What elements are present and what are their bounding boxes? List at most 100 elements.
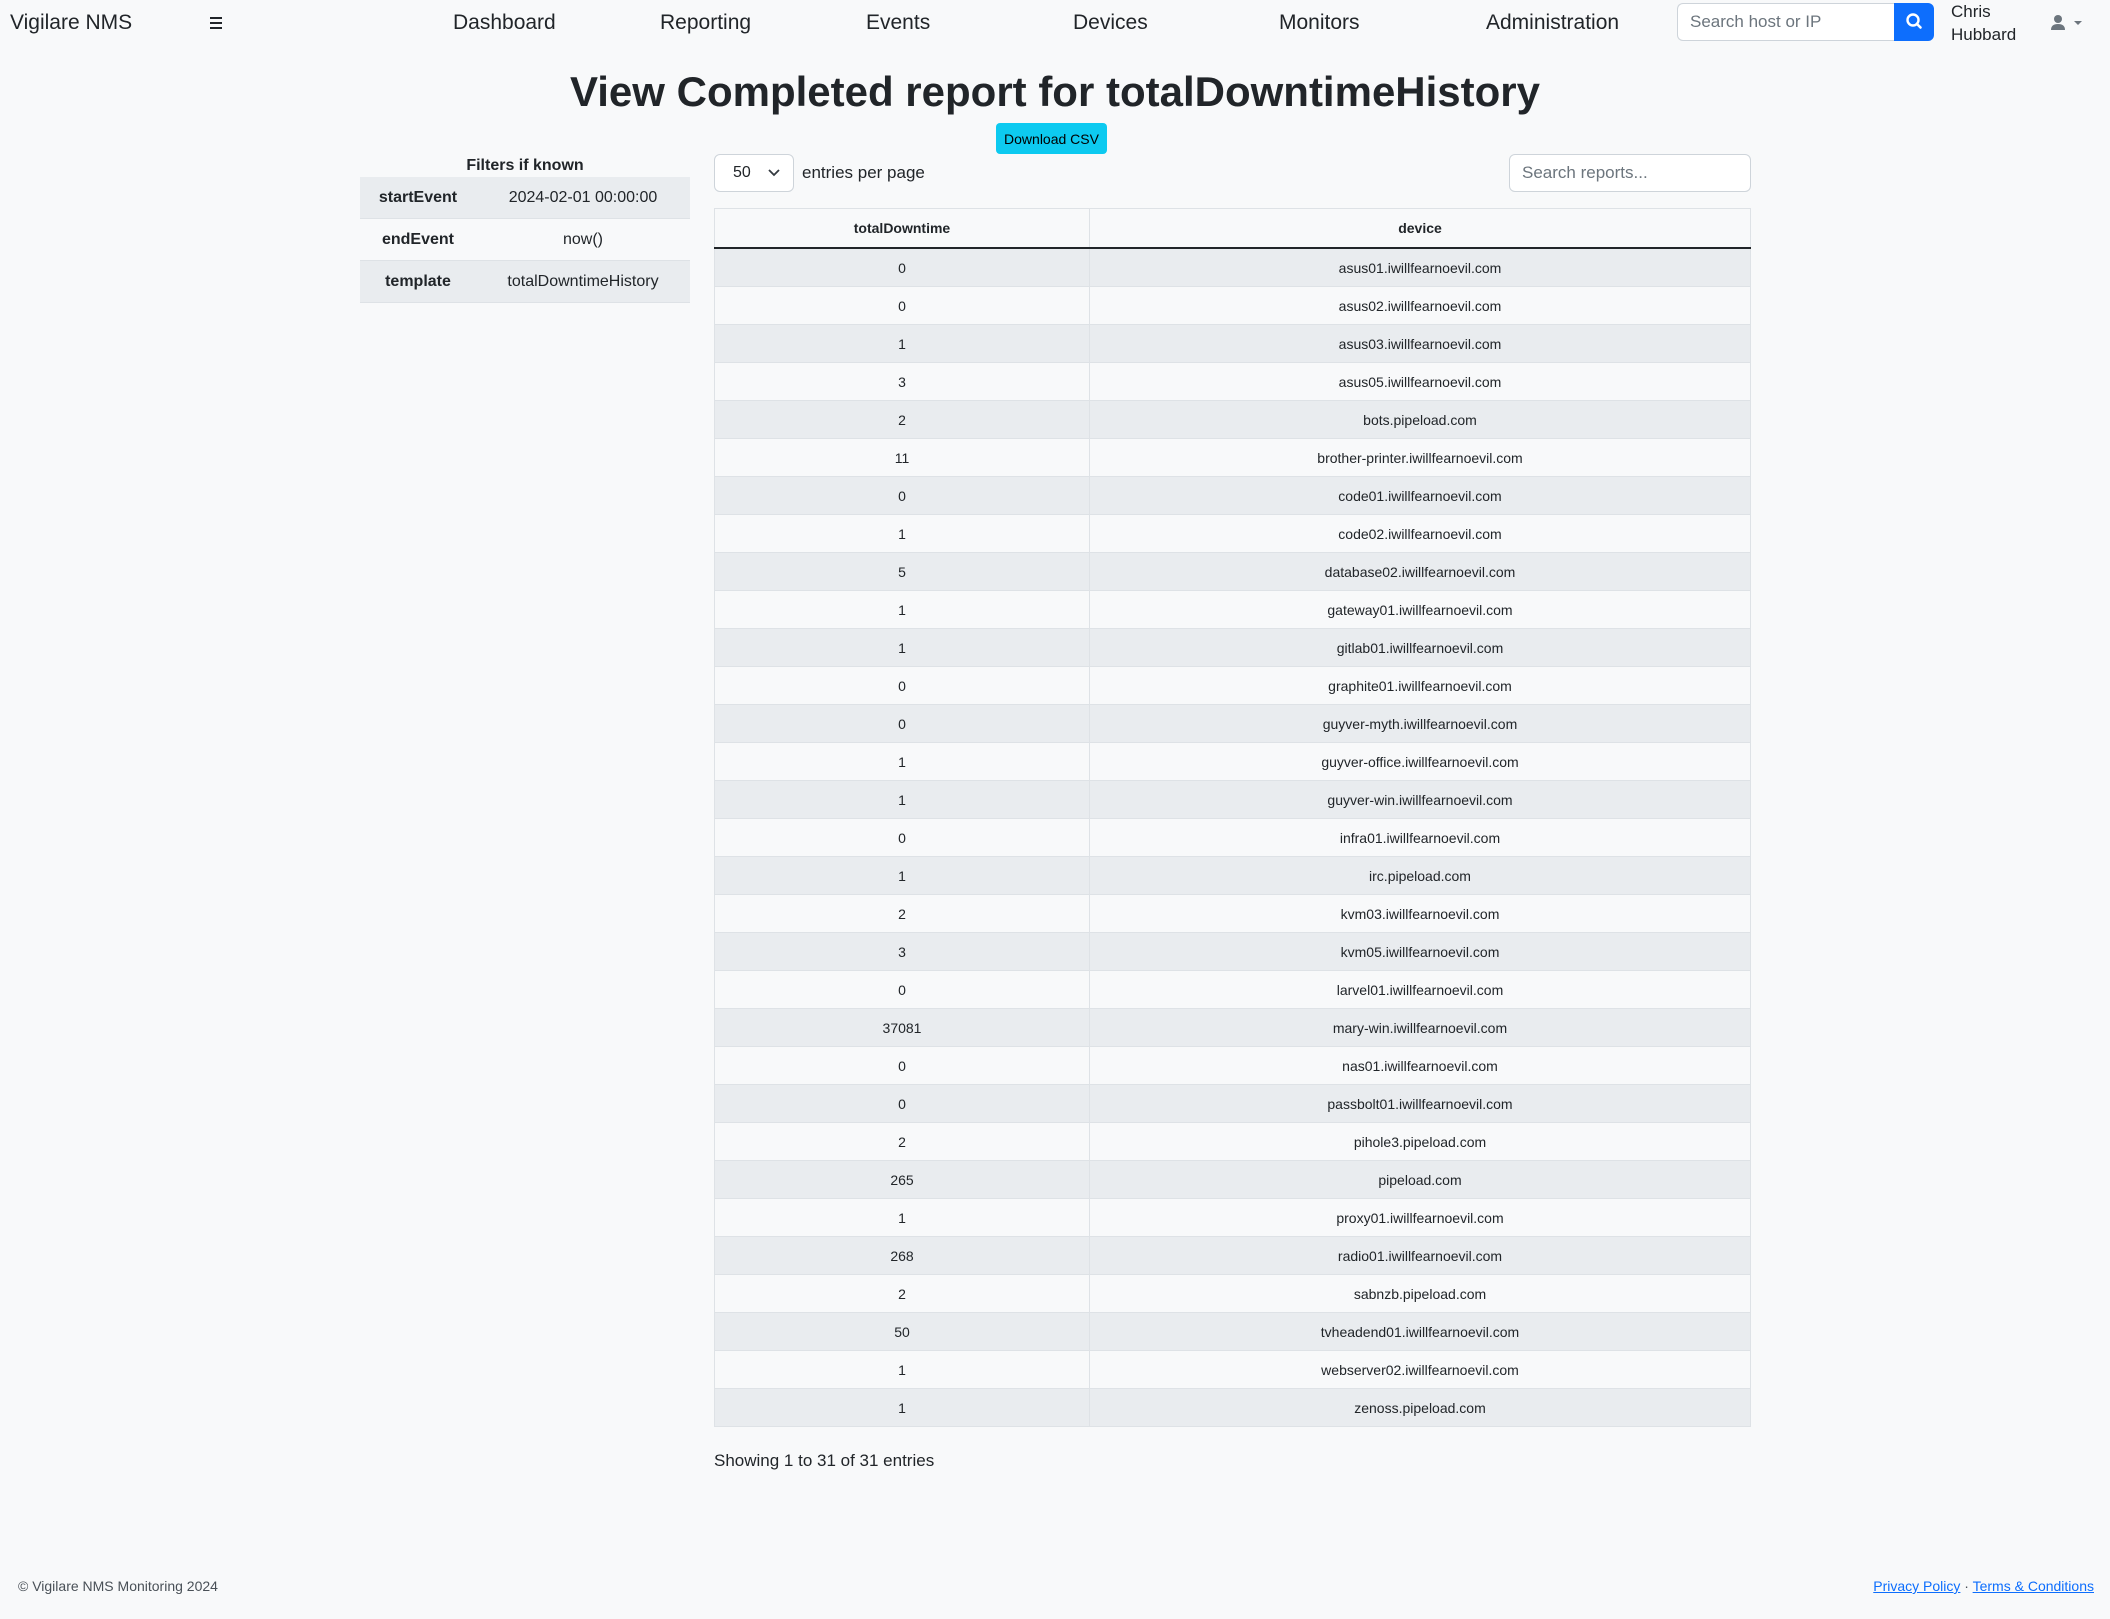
cell-total-downtime: 3 [714,362,1090,401]
user-icon [2051,15,2065,30]
cell-device: mary-win.iwillfearnoevil.com [1089,1008,1751,1047]
cell-device: asus01.iwillfearnoevil.com [1089,248,1751,287]
privacy-policy-link[interactable]: Privacy Policy [1873,1578,1960,1594]
cell-total-downtime: 50 [714,1312,1090,1351]
nav-events[interactable]: Events [866,11,930,35]
cell-total-downtime: 0 [714,248,1090,287]
user-name: Chris Hubbard [1951,0,2031,46]
cell-device: nas01.iwillfearnoevil.com [1089,1046,1751,1085]
table-row: 1 code02.iwillfearnoevil.com [714,514,1751,553]
cell-device: kvm05.iwillfearnoevil.com [1089,932,1751,971]
table-info: Showing 1 to 31 of 31 entries [714,1451,935,1470]
cell-device: guyver-win.iwillfearnoevil.com [1089,780,1751,819]
column-header-total-downtime[interactable]: totalDowntime [714,208,1090,249]
cell-device: asus05.iwillfearnoevil.com [1089,362,1751,401]
table-row: 1 webserver02.iwillfearnoevil.com [714,1350,1751,1389]
cell-device: infra01.iwillfearnoevil.com [1089,818,1751,857]
cell-device: graphite01.iwillfearnoevil.com [1089,666,1751,705]
cell-total-downtime: 3 [714,932,1090,971]
caret-down-icon [2074,21,2082,25]
cell-device: irc.pipeload.com [1089,856,1751,895]
table-row: 0 nas01.iwillfearnoevil.com [714,1046,1751,1085]
table-row: 268 radio01.iwillfearnoevil.com [714,1236,1751,1275]
table-row: 1 irc.pipeload.com [714,856,1751,895]
filter-row-template: template totalDowntimeHistory [360,261,690,303]
footer-copyright: © Vigilare NMS Monitoring 2024 [18,1578,218,1594]
nav-dashboard[interactable]: Dashboard [453,11,556,35]
page-title: View Completed report for totalDowntimeH… [570,68,1540,115]
table-row: 0 asus02.iwillfearnoevil.com [714,286,1751,325]
cell-total-downtime: 265 [714,1160,1090,1199]
table-row: 5 database02.iwillfearnoevil.com [714,552,1751,591]
cell-total-downtime: 0 [714,1046,1090,1085]
nav-monitors[interactable]: Monitors [1279,11,1360,35]
table-body: 0 asus01.iwillfearnoevil.com 0 asus02.iwill… [714,248,1751,1427]
cell-total-downtime: 1 [714,1388,1090,1427]
table-row: 3 kvm05.iwillfearnoevil.com [714,932,1751,971]
footer-links: Privacy Policy · Terms & Conditions [1873,1578,2094,1594]
filter-key: template [385,272,451,290]
cell-total-downtime: 1 [714,742,1090,781]
cell-device: zenoss.pipeload.com [1089,1388,1751,1427]
download-csv-button[interactable]: Download CSV [996,123,1107,154]
hamburger-icon[interactable] [208,12,224,34]
cell-device: proxy01.iwillfearnoevil.com [1089,1198,1751,1237]
search-icon [1906,13,1922,29]
cell-device: tvheadend01.iwillfearnoevil.com [1089,1312,1751,1351]
cell-device: guyver-office.iwillfearnoevil.com [1089,742,1751,781]
nav-administration[interactable]: Administration [1486,11,1619,35]
cell-device: code01.iwillfearnoevil.com [1089,476,1751,515]
cell-device: sabnzb.pipeload.com [1089,1274,1751,1313]
filter-row-end-event: endEvent now() [360,219,690,261]
report-table: totalDowntime device 0 asus01.iwillfearno… [714,208,1751,1427]
table-row: 0 asus01.iwillfearnoevil.com [714,248,1751,287]
cell-total-downtime: 1 [714,324,1090,363]
terms-link[interactable]: Terms & Conditions [1973,1578,2094,1594]
table-row: 3 asus05.iwillfearnoevil.com [714,362,1751,401]
nav-reporting[interactable]: Reporting [660,11,751,35]
cell-total-downtime: 1 [714,780,1090,819]
cell-device: webserver02.iwillfearnoevil.com [1089,1350,1751,1389]
filters-panel: Filters if known startEvent 2024-02-01 0… [360,155,690,303]
cell-device: pihole3.pipeload.com [1089,1122,1751,1161]
report-search-input[interactable] [1509,154,1751,192]
cell-device: pipeload.com [1089,1160,1751,1199]
search-button[interactable] [1894,3,1934,41]
per-page-select[interactable]: 50 [714,154,794,192]
nav-devices[interactable]: Devices [1073,11,1148,35]
brand-link[interactable]: Vigilare NMS [10,11,132,35]
filter-row-start-event: startEvent 2024-02-01 00:00:00 [360,177,690,219]
cell-device: gateway01.iwillfearnoevil.com [1089,590,1751,629]
table-row: 1 proxy01.iwillfearnoevil.com [714,1198,1751,1237]
cell-device: asus02.iwillfearnoevil.com [1089,286,1751,325]
table-row: 2 sabnzb.pipeload.com [714,1274,1751,1313]
cell-device: kvm03.iwillfearnoevil.com [1089,894,1751,933]
cell-device: radio01.iwillfearnoevil.com [1089,1236,1751,1275]
cell-device: database02.iwillfearnoevil.com [1089,552,1751,591]
filter-value: now() [562,230,603,248]
cell-total-downtime: 2 [714,1274,1090,1313]
table-row: 0 infra01.iwillfearnoevil.com [714,818,1751,857]
table-header-row: totalDowntime device [714,208,1751,249]
user-first-name: Chris [1951,2,1991,21]
cell-device: gitlab01.iwillfearnoevil.com [1089,628,1751,667]
cell-total-downtime: 1 [714,1198,1090,1237]
user-menu-toggle[interactable] [2050,12,2086,34]
per-page-value: 50 [733,164,751,181]
cell-total-downtime: 0 [714,476,1090,515]
table-row: 2 bots.pipeload.com [714,400,1751,439]
table-row: 1 gitlab01.iwillfearnoevil.com [714,628,1751,667]
cell-device: brother-printer.iwillfearnoevil.com [1089,438,1751,477]
host-search-input[interactable] [1677,3,1894,41]
column-header-device[interactable]: device [1089,208,1751,249]
table-row: 0 larvel01.iwillfearnoevil.com [714,970,1751,1009]
table-row: 1 gateway01.iwillfearnoevil.com [714,590,1751,629]
cell-total-downtime: 1 [714,590,1090,629]
table-row: 0 passbolt01.iwillfearnoevil.com [714,1084,1751,1123]
cell-device: asus03.iwillfearnoevil.com [1089,324,1751,363]
cell-device: larvel01.iwillfearnoevil.com [1089,970,1751,1009]
filter-value: totalDowntimeHistory [507,272,659,290]
cell-total-downtime: 5 [714,552,1090,591]
cell-total-downtime: 0 [714,286,1090,325]
cell-total-downtime: 0 [714,704,1090,743]
